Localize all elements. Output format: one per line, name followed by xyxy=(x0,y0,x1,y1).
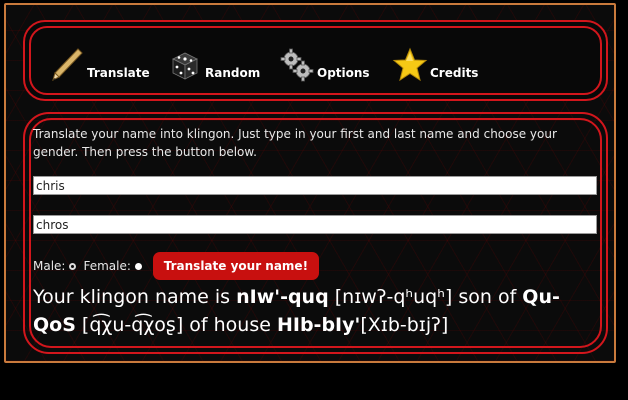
nav-panel: Translate Random Options Credits xyxy=(23,20,608,101)
nav-label-options: Options xyxy=(317,66,370,80)
nav-item-credits[interactable]: Credits xyxy=(392,39,478,83)
instructions-text: Translate your name into klingon. Just t… xyxy=(33,127,557,159)
nav-label-random: Random xyxy=(205,66,261,80)
star-icon xyxy=(392,47,428,82)
nav-item-translate[interactable]: Translate xyxy=(49,39,150,83)
female-label: Female: xyxy=(83,259,131,273)
translate-name-button[interactable]: Translate your name! xyxy=(152,252,319,280)
first-name-input[interactable] xyxy=(33,176,597,195)
nav-item-options[interactable]: Options xyxy=(279,39,370,83)
klingon-first-name: nIw'-quq xyxy=(236,286,329,308)
page: Translate Random Options Credits Transla… xyxy=(0,0,628,400)
gender-row: Male: Female: Translate your name! xyxy=(33,252,319,280)
klingon-house-name: HIb-bIy' xyxy=(276,314,361,336)
nav-item-random[interactable]: Random xyxy=(167,39,260,83)
house-name-pronunciation: [Xɪb-bɪjʔ] xyxy=(360,314,449,336)
dice-icon xyxy=(172,52,198,80)
son-of-text: son of xyxy=(452,286,523,308)
male-label: Male: xyxy=(33,259,66,273)
of-house-text: of house xyxy=(183,314,277,336)
result-prefix: Your klingon name is xyxy=(33,286,237,308)
father-name-pronunciation: [q͡χu-q͡χoʂ] xyxy=(75,314,184,336)
last-name-input[interactable] xyxy=(33,215,597,234)
nav-label-translate: Translate xyxy=(87,66,150,80)
female-radio[interactable] xyxy=(134,262,142,270)
nav-label-credits: Credits xyxy=(430,66,479,80)
first-name-pronunciation: [nɪwʔ-qʰuqʰ] xyxy=(328,286,453,308)
gears-icon xyxy=(280,48,314,82)
male-radio[interactable] xyxy=(69,262,77,270)
result-text: Your klingon name is nIw'-quq [nɪwʔ-qʰuq… xyxy=(33,283,593,339)
pencil-icon xyxy=(52,48,83,81)
